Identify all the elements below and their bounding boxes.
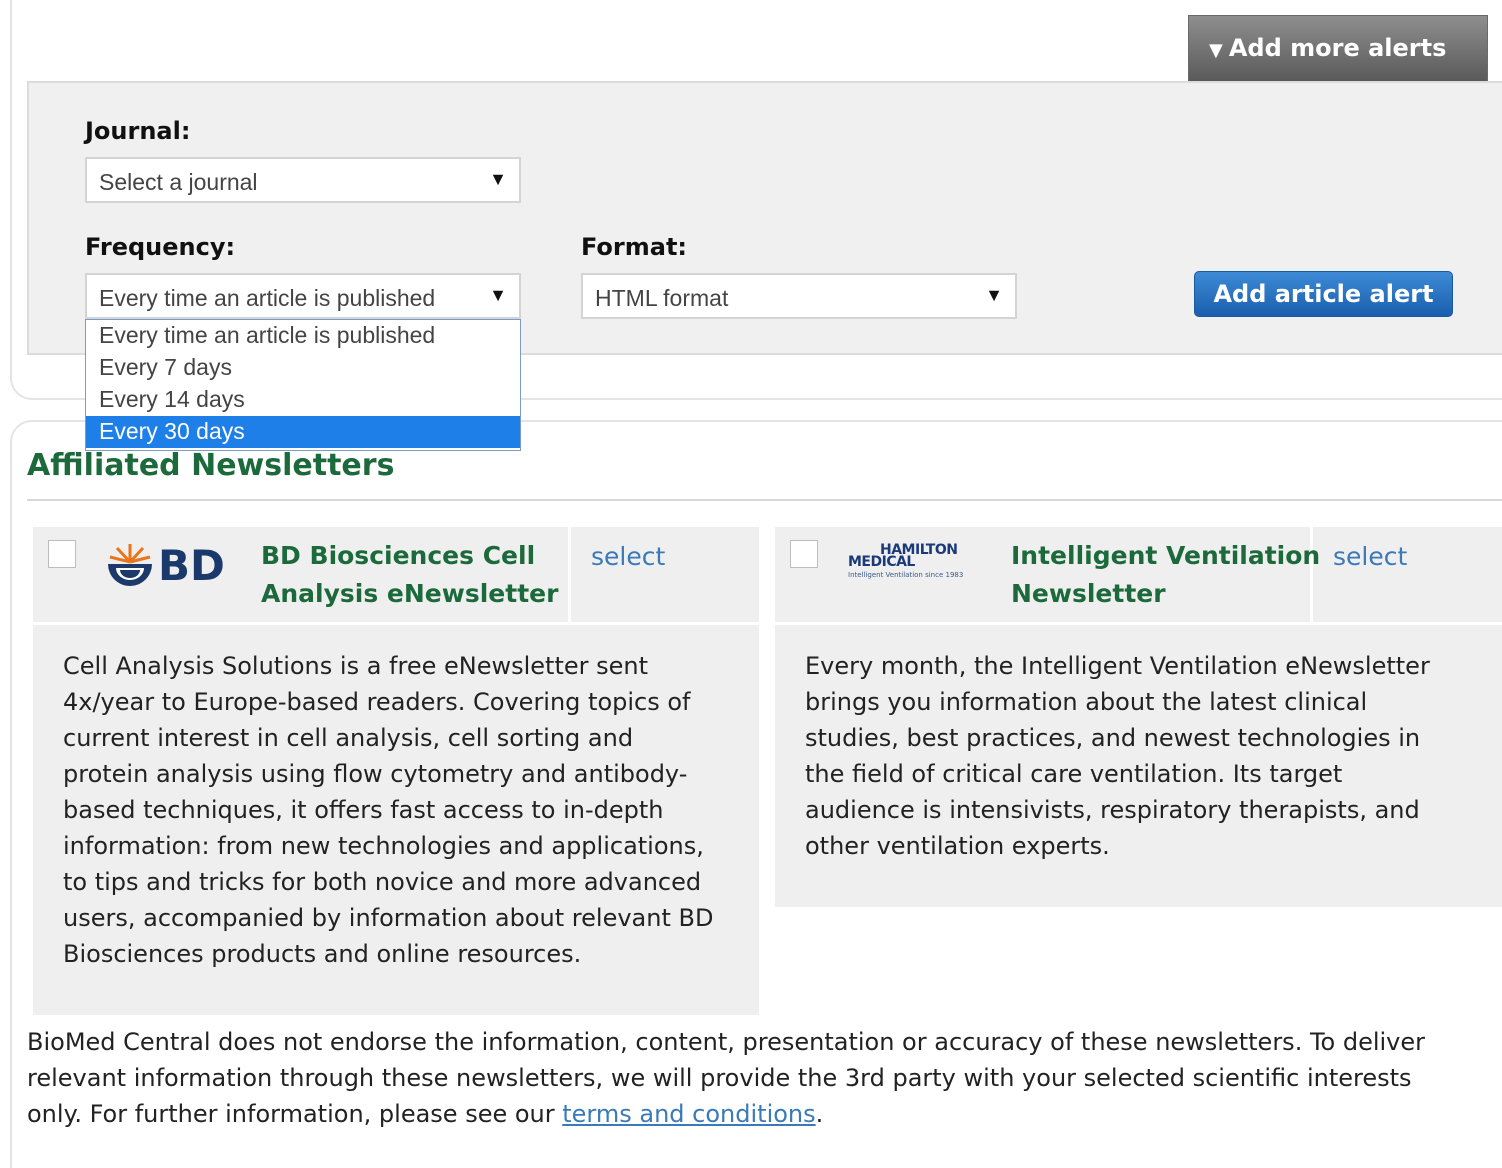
description-line: Biosciences products and online resource…	[63, 940, 582, 968]
disclaimer-line: BioMed Central does not endorse the info…	[27, 1028, 1426, 1056]
add-more-alerts-tab[interactable]: ▼ Add more alerts	[1188, 15, 1488, 81]
format-select-value: HTML format	[595, 285, 729, 311]
description-line: brings you information about the latest …	[805, 688, 1368, 716]
dropdown-arrow-icon: ▼	[985, 285, 1003, 305]
dropdown-arrow-icon: ▼	[489, 169, 507, 189]
description-line: other ventilation experts.	[805, 832, 1110, 860]
format-label: Format:	[581, 233, 688, 261]
newsletter-title-line: Newsletter	[1011, 579, 1166, 608]
frequency-option[interactable]: Every 7 days	[86, 352, 520, 384]
bd-logo-letters: BD	[158, 541, 225, 590]
format-select[interactable]: HTML format ▼	[581, 273, 1017, 319]
description-line: studies, best practices, and newest tech…	[805, 724, 1421, 752]
select-link-hamilton[interactable]: select	[1333, 542, 1407, 571]
description-line: current interest in cell analysis, cell …	[63, 724, 634, 752]
frequency-select[interactable]: Every time an article is published ▼	[85, 273, 521, 319]
header-divider	[568, 527, 571, 625]
newsletter-checkbox-bd[interactable]	[48, 540, 76, 568]
bd-sunburst-icon	[108, 544, 152, 586]
description-line: users, accompanied by information about …	[63, 904, 714, 932]
description-line: audience is intensivists, respiratory th…	[805, 796, 1420, 824]
bd-logo: BD	[106, 542, 230, 590]
journal-select[interactable]: Select a journal ▼	[85, 157, 521, 203]
frequency-option[interactable]: Every time an article is published	[86, 320, 520, 352]
frequency-option-highlighted[interactable]: Every 30 days	[86, 416, 520, 448]
terms-and-conditions-link[interactable]: terms and conditions	[562, 1100, 815, 1128]
newsletter-title-line: Analysis eNewsletter	[261, 579, 559, 608]
description-line: protein analysis using flow cytometry an…	[63, 760, 688, 788]
newsletter-description-hamilton: Every month, the Intelligent Ventilation…	[805, 648, 1495, 864]
description-line: Cell Analysis Solutions is a free eNewsl…	[63, 652, 649, 680]
dropdown-arrow-icon: ▼	[489, 285, 507, 305]
journal-select-value: Select a journal	[99, 169, 258, 195]
description-line: 4x/year to Europe-based readers. Coverin…	[63, 688, 691, 716]
section-divider	[27, 499, 1502, 501]
description-line: based techniques, it offers fast access …	[63, 796, 664, 824]
add-article-alert-button[interactable]: Add article alert	[1194, 271, 1453, 317]
disclaimer-line: only. For further information, please se…	[27, 1096, 1502, 1132]
newsletter-title-hamilton[interactable]: Intelligent Ventilation Newsletter	[1011, 537, 1320, 613]
hamilton-logo-tagline: Intelligent Ventilation since 1983	[848, 571, 964, 579]
newsletter-title-line: Intelligent Ventilation	[1011, 541, 1321, 570]
page: ▼ Add more alerts Journal: Select a journ…	[0, 0, 1502, 1168]
disclaimer-line: relevant information through these newsl…	[27, 1064, 1412, 1092]
disclaimer: BioMed Central does not endorse the info…	[27, 1024, 1502, 1132]
newsletter-checkbox-hamilton[interactable]	[790, 540, 818, 568]
hamilton-medical-logo: HAMILTON MEDICAL Intelligent Ventilation…	[848, 540, 982, 582]
frequency-select-value: Every time an article is published	[99, 285, 436, 311]
description-line: the field of critical care ventilation. …	[805, 760, 1343, 788]
description-line: to tips and tricks for both novice and m…	[63, 868, 702, 896]
frequency-dropdown-list: Every time an article is published Every…	[85, 319, 521, 451]
frequency-option[interactable]: Every 14 days	[86, 384, 520, 416]
add-more-alerts-label: Add more alerts	[1228, 34, 1447, 62]
disclaimer-text: .	[815, 1100, 824, 1128]
description-line: Every month, the Intelligent Ventilation…	[805, 652, 1430, 680]
journal-label: Journal:	[85, 117, 191, 145]
newsletter-title-line: BD Biosciences Cell	[261, 541, 536, 570]
select-link-bd[interactable]: select	[591, 542, 665, 571]
triangle-down-icon: ▼	[1209, 40, 1223, 61]
newsletter-title-bd[interactable]: BD Biosciences Cell Analysis eNewsletter	[261, 537, 558, 613]
description-line: information: from new technologies and a…	[63, 832, 704, 860]
disclaimer-text: only. For further information, please se…	[27, 1100, 563, 1128]
newsletters-title: Affiliated Newsletters	[27, 448, 395, 483]
frequency-label: Frequency:	[85, 233, 236, 261]
newsletter-description-bd: Cell Analysis Solutions is a free eNewsl…	[63, 648, 753, 972]
hamilton-logo-line2: MEDICAL	[848, 554, 915, 570]
